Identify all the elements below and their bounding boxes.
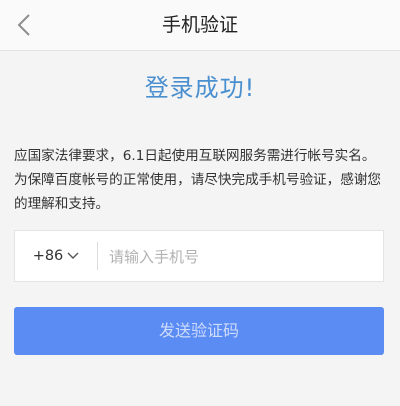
navigation-bar: 手机验证	[0, 0, 400, 51]
verification-notice: 应国家法律要求，6.1日起使用互联网服务需进行帐号实名。为保障百度帐号的正常使用…	[14, 148, 382, 212]
phone-number-input[interactable]	[107, 240, 371, 274]
phone-input-group: +86	[14, 230, 384, 282]
country-code-label: +86	[32, 248, 64, 264]
chevron-down-icon	[67, 252, 79, 259]
divider	[97, 242, 98, 270]
country-code-selector[interactable]: +86	[15, 231, 97, 281]
login-success-heading: 登录成功!	[144, 74, 256, 102]
page-title: 手机验证	[161, 14, 238, 36]
send-code-button[interactable]: 发送验证码	[14, 307, 384, 355]
